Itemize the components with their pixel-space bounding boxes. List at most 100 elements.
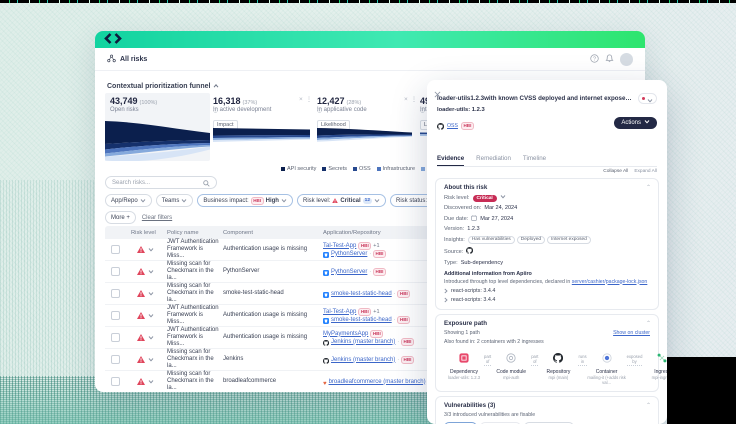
remove-stage-icon: × <box>299 97 303 103</box>
funnel-stage-2: 12,427(28%)In applicative codeLikelihood <box>317 93 412 131</box>
insight-chip: Internet exposed <box>547 236 591 244</box>
collapse-card-icon[interactable]: ⌃ <box>646 402 651 409</box>
expand-all-link[interactable]: Expand All <box>634 169 657 174</box>
component-cell: broadleafcommerce <box>223 378 323 385</box>
search-icon <box>203 174 210 192</box>
row-checkbox[interactable] <box>111 377 120 386</box>
collapse-card-icon[interactable]: ⌃ <box>646 184 651 191</box>
exposure-node-ingress[interactable]: Ingressmpi-ingress <box>642 350 667 380</box>
ingress-icon <box>657 350 667 367</box>
policy-name-cell: JWT Authentication Framework is Miss... <box>167 305 223 326</box>
exposure-node-module[interactable]: Code modulempi-auth <box>491 350 531 380</box>
repo-link[interactable]: Jenkins (master branch) <box>331 338 395 346</box>
actions-button[interactable]: Actions <box>614 117 657 129</box>
risk-level-cell[interactable] <box>131 290 167 297</box>
tab-evidence[interactable]: Evidence <box>437 155 464 166</box>
search-input[interactable]: Search risks... <box>105 176 217 189</box>
legend-swatch <box>421 167 425 171</box>
funnel-ribbon <box>213 128 310 143</box>
dependency-row[interactable]: react-scripts: 3.4.4 <box>444 288 650 294</box>
showing-paths-label: Showing 1 path <box>444 330 480 336</box>
risk-detail-panel: loader-utils1.2.3with known CVSS deploye… <box>427 80 667 424</box>
tab-remediation[interactable]: Remediation <box>476 155 511 166</box>
repo-link[interactable]: Jenkins (master branch) <box>331 356 395 364</box>
filter-bar-secondary: More + Clear filters <box>105 211 172 224</box>
funnel-section-header[interactable]: Contextual prioritization funnel <box>107 83 219 90</box>
risk-level-selector[interactable] <box>638 93 658 104</box>
github-icon <box>466 247 473 256</box>
row-checkbox[interactable] <box>111 267 120 276</box>
risk-level-cell[interactable] <box>131 312 167 319</box>
component-cell: smoke-test-static-head <box>223 290 323 297</box>
nav-label[interactable]: All risks <box>120 56 147 63</box>
legend-swatch <box>322 167 326 171</box>
collapse-all-link[interactable]: Collapse All <box>603 169 628 174</box>
filter-chip[interactable]: Business impact:HBIHigh <box>197 194 293 207</box>
exposure-node-dependency[interactable]: Dependencyloader-utils: 1.2.3 <box>444 350 484 380</box>
python-icon <box>323 290 329 298</box>
policy-name-cell: Missing scan for Checkmarx in the la... <box>167 349 223 370</box>
tab-timeline[interactable]: Timeline <box>523 155 546 166</box>
broadleaf-icon: ♥ <box>323 377 327 387</box>
policy-name-cell: Missing scan for Checkmarx in the la... <box>167 371 223 392</box>
filter-chip[interactable]: Teams <box>156 194 194 207</box>
github-icon <box>323 338 329 346</box>
row-checkbox[interactable] <box>111 289 120 298</box>
card-title: Vulnerabilities (3) <box>444 402 650 409</box>
brand-header <box>95 31 645 48</box>
row-checkbox[interactable] <box>111 333 120 342</box>
risk-level-cell[interactable] <box>131 246 167 253</box>
search-placeholder: Search risks... <box>112 180 199 186</box>
chevron-up-icon <box>213 83 219 90</box>
risk-level-cell[interactable] <box>131 268 167 275</box>
risk-level-cell[interactable] <box>131 334 167 341</box>
bottom-right-black-region <box>667 357 736 424</box>
card-title: About this risk <box>444 184 650 191</box>
filter-chip[interactable]: Risk level:Critical12 <box>297 194 386 207</box>
all-risks-icon <box>107 50 116 68</box>
funnel-stage-separator[interactable]: ×⋮ <box>299 97 312 103</box>
python-icon <box>323 316 329 324</box>
also-found-label: Also found in: 2 containers with 2 ingre… <box>444 339 650 345</box>
dependency-row[interactable]: react-scripts: 3.4.4 <box>444 297 650 303</box>
legend-swatch <box>281 167 285 171</box>
collapse-card-icon[interactable]: ⌃ <box>646 320 651 327</box>
row-checkbox[interactable] <box>111 245 120 254</box>
risk-level-cell[interactable] <box>131 378 167 385</box>
repo-link[interactable]: smoke-test-static-head <box>331 316 392 324</box>
repository-icon <box>553 350 563 367</box>
repo-link[interactable]: MyPaymentsApp <box>323 330 368 338</box>
hbi-badge: HBI <box>370 330 383 338</box>
repo-link[interactable]: broadleafcommerce (master branch) <box>329 378 426 386</box>
close-icon[interactable] <box>434 85 441 103</box>
repo-link[interactable]: PythonServer <box>331 250 367 258</box>
calendar-icon <box>471 215 477 223</box>
avatar[interactable] <box>620 53 633 66</box>
exposure-node-container[interactable]: Containermailing-it (+adds risk val... <box>587 350 627 385</box>
repo-link[interactable]: Tal-Test-App <box>323 242 356 250</box>
insight-chip: Deployed <box>517 236 545 244</box>
repo-link[interactable]: Tal-Test-App <box>323 308 356 316</box>
filter-chip[interactable]: App/Repo <box>105 194 152 207</box>
row-checkbox[interactable] <box>111 355 120 364</box>
funnel-stage-separator[interactable]: ×⋮ <box>404 97 417 103</box>
source-link[interactable]: OSS <box>447 123 458 129</box>
clear-filters-link[interactable]: Clear filters <box>142 215 172 221</box>
risk-level-cell[interactable] <box>131 356 167 363</box>
exposure-node-repository[interactable]: Repositorympi (main) <box>538 350 578 380</box>
repo-link[interactable]: PythonServer <box>331 268 367 276</box>
row-checkbox[interactable] <box>111 311 120 320</box>
help-icon[interactable]: ? <box>590 50 599 68</box>
more-filters-button[interactable]: More + <box>105 211 136 224</box>
chevron-down-icon[interactable] <box>500 195 506 201</box>
show-on-cluster-link[interactable]: Show on cluster <box>613 330 650 336</box>
insight-chip: Has vulnerabilities <box>468 236 515 244</box>
hbi-badge: HBI <box>401 338 414 346</box>
policy-name-cell: Missing scan for Checkmarx in the la... <box>167 261 223 282</box>
notifications-icon[interactable] <box>605 50 614 68</box>
repo-link[interactable]: smoke-test-static-head <box>331 290 392 298</box>
legend-swatch <box>377 167 381 171</box>
hbi-badge: HBI <box>397 290 410 298</box>
package-lock-link[interactable]: server/cashier/package-lock.json <box>572 279 648 285</box>
dependency-icon <box>459 350 469 367</box>
